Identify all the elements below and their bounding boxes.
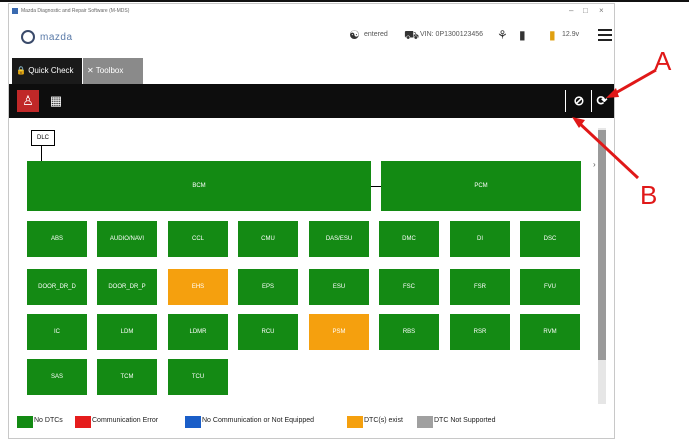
callout-a: A — [654, 46, 672, 76]
module-di[interactable]: DI — [450, 221, 510, 257]
module-ehs[interactable]: EHS — [168, 269, 228, 305]
clear-dtc-button[interactable]: ⊘ — [571, 91, 587, 111]
module-sas[interactable]: SAS — [27, 359, 87, 395]
module-tcu[interactable]: TCU — [168, 359, 228, 395]
app-window: Mazda Diagnostic and Repair Software (M-… — [8, 3, 615, 439]
network-diagram: DLC BCM PCM ABS AUDIO/NAVI CCL CMU DAS/ESU DM… — [9, 118, 614, 408]
module-ic[interactable]: IC — [27, 314, 87, 350]
module-psm[interactable]: PSM — [309, 314, 369, 350]
module-ccl[interactable]: CCL — [168, 221, 228, 257]
module-rcu[interactable]: RCU — [238, 314, 298, 350]
arrow-a — [611, 68, 657, 97]
legend-swatch — [417, 416, 433, 428]
network-view-button[interactable]: ♙ — [17, 90, 39, 112]
legend-label: DTC Not Supported — [434, 417, 496, 424]
module-dmc[interactable]: DMC — [379, 221, 439, 257]
module-ldmr[interactable]: LDMR — [168, 314, 228, 350]
table-icon: ▦ — [49, 93, 63, 108]
battery-voltage: 12.9v — [562, 31, 580, 38]
module-door-dr-p[interactable]: DOOR_DR_P — [97, 269, 157, 305]
dlc-connector — [41, 145, 42, 161]
legend-label: Communication Error — [92, 417, 159, 424]
legend-swatch — [185, 416, 201, 428]
table-view-button[interactable]: ▦ — [49, 92, 63, 110]
legend-swatch — [75, 416, 91, 428]
module-tcm[interactable]: TCM — [97, 359, 157, 395]
mazda-mark-icon — [21, 30, 35, 44]
bus-bcm[interactable]: BCM — [27, 161, 371, 211]
module-rvm[interactable]: RVM — [520, 314, 580, 350]
toolbar-divider — [565, 90, 566, 112]
callout-b: B — [640, 180, 658, 210]
tab-toolbox[interactable]: ✕ Toolbox — [83, 58, 143, 84]
tab-label: Quick Check — [28, 66, 74, 75]
module-esu[interactable]: ESU — [309, 269, 369, 305]
user-name[interactable]: entered — [364, 31, 388, 38]
module-door-dr-d[interactable]: DOOR_DR_D — [27, 269, 87, 305]
vehicle-id[interactable]: VIN: 0P1300123456 — [420, 31, 483, 38]
minimize-icon[interactable]: – — [569, 6, 573, 15]
vci-icon[interactable]: ▮ — [519, 28, 526, 42]
status-legend: No DTCs Communication Error No Communica… — [9, 408, 614, 436]
legend-label: No Communication or Not Equipped — [202, 417, 315, 424]
brand-logo: mazda — [21, 29, 97, 47]
refresh-icon: ⟳ — [596, 93, 608, 108]
app-icon — [12, 8, 18, 14]
tab-quick-check[interactable]: 🔒 Quick Check — [12, 58, 82, 84]
battery-icon: ▮ — [549, 28, 556, 42]
toolbar: ♙ ▦ ⊘ ⟳ — [9, 84, 614, 118]
module-dsc[interactable]: DSC — [520, 221, 580, 257]
toolbar-divider — [591, 90, 592, 112]
erase-icon: ⊘ — [573, 93, 585, 108]
bus-pcm[interactable]: PCM — [381, 161, 581, 211]
window-title: Mazda Diagnostic and Repair Software (M-… — [21, 8, 130, 14]
module-ldm[interactable]: LDM — [97, 314, 157, 350]
app-header: mazda ☯ entered ⛟ VIN: 0P1300123456 ⚘ ▮ … — [9, 19, 614, 57]
brand-wordmark: mazda — [40, 32, 73, 43]
refresh-button[interactable]: ⟳ — [594, 91, 610, 111]
module-cmu[interactable]: CMU — [238, 221, 298, 257]
module-das-esu[interactable]: DAS/ESU — [309, 221, 369, 257]
network-icon: ♙ — [22, 93, 34, 108]
module-rbs[interactable]: RBS — [379, 314, 439, 350]
profile-icon[interactable]: ⚘ — [497, 28, 508, 42]
legend-swatch — [17, 416, 33, 428]
user-icon[interactable]: ☯ — [349, 28, 360, 42]
title-bar: Mazda Diagnostic and Repair Software (M-… — [9, 4, 614, 19]
module-fsr[interactable]: FSR — [450, 269, 510, 305]
legend-label: DTC(s) exist — [364, 417, 403, 424]
module-fsc[interactable]: FSC — [379, 269, 439, 305]
wrench-icon: ✕ — [87, 66, 94, 75]
lock-icon: 🔒 — [16, 66, 26, 75]
legend-label: No DTCs — [34, 417, 63, 424]
legend-swatch — [347, 416, 363, 428]
module-rsr[interactable]: RSR — [450, 314, 510, 350]
module-eps[interactable]: EPS — [238, 269, 298, 305]
chevron-right-icon[interactable]: › — [593, 160, 596, 169]
tab-label: Toolbox — [95, 66, 124, 75]
module-abs[interactable]: ABS — [27, 221, 87, 257]
bus-connector — [371, 186, 381, 187]
close-icon[interactable]: × — [599, 6, 604, 15]
dlc-node[interactable]: DLC — [31, 130, 55, 146]
scrollbar-thumb[interactable] — [598, 130, 606, 360]
module-fvu[interactable]: FVU — [520, 269, 580, 305]
tab-bar: 🔒 Quick Check ✕ Toolbox — [9, 57, 614, 84]
top-border — [0, 0, 689, 2]
menu-icon[interactable] — [598, 29, 612, 43]
module-audio-navi[interactable]: AUDIO/NAVI — [97, 221, 157, 257]
car-icon[interactable]: ⛟ — [404, 28, 419, 44]
maximize-icon[interactable]: □ — [583, 6, 588, 15]
